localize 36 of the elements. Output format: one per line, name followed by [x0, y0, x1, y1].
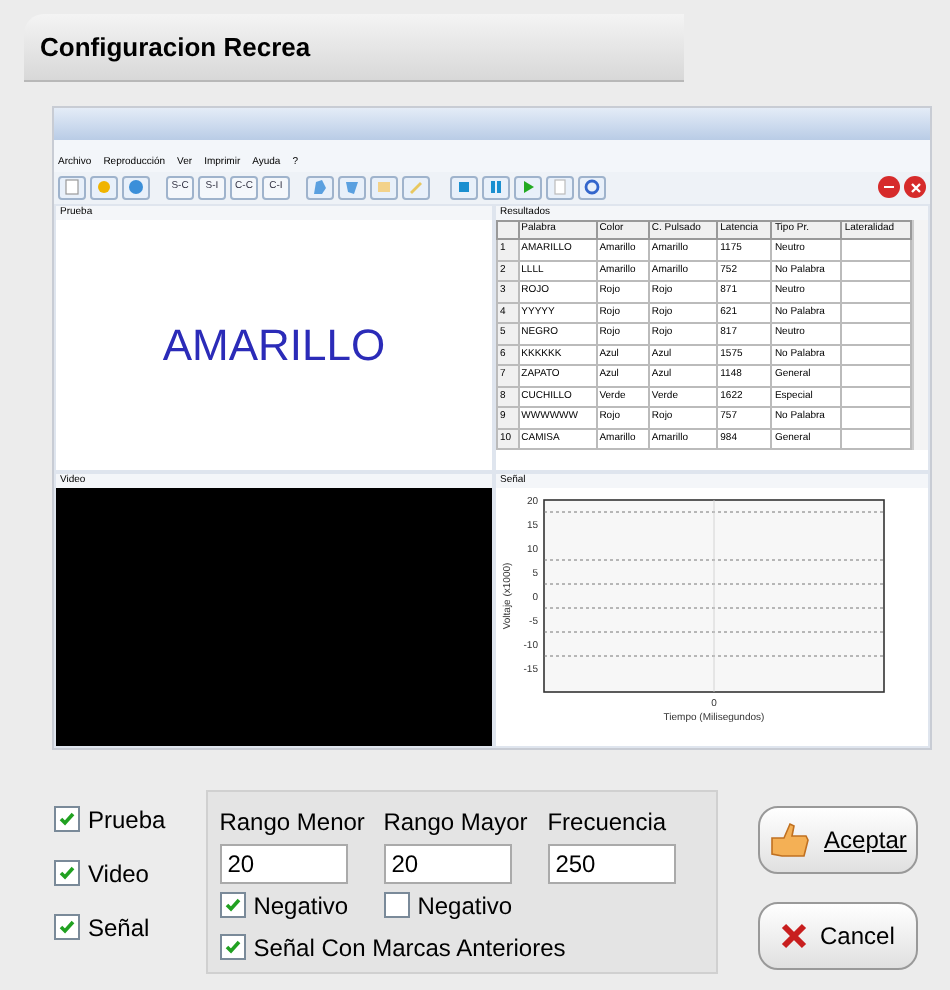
stimulus-word: AMARILLO	[162, 317, 386, 374]
stop-icon[interactable]	[450, 175, 478, 199]
close-icon	[909, 181, 921, 193]
number-field[interactable]: 20	[383, 843, 512, 883]
field-label: Rango Menor	[219, 805, 367, 839]
cancel-button[interactable]: Cancel	[757, 901, 918, 969]
pencil-icon[interactable]	[402, 175, 430, 199]
field-label: Rango Mayor	[383, 805, 530, 839]
window-title: Configuracion Recrea	[40, 29, 311, 66]
checkbox[interactable]	[219, 934, 246, 960]
option-label: Negativo	[253, 889, 349, 923]
close-icon	[780, 921, 809, 949]
option-label: Señal Con Marcas Anteriores	[253, 931, 566, 965]
option-label: Negativo	[417, 889, 513, 923]
scrollbar[interactable]	[912, 220, 928, 450]
thumbs-up-icon	[768, 819, 813, 859]
option-label: Señal	[88, 911, 150, 945]
checkbox[interactable]	[54, 860, 80, 886]
pause-icon[interactable]	[482, 175, 510, 199]
close-button[interactable]	[904, 176, 926, 198]
column-header[interactable]	[497, 221, 519, 239]
checkbox[interactable]	[54, 806, 80, 832]
minus-button[interactable]	[878, 176, 900, 198]
checkbox[interactable]	[54, 914, 80, 940]
option-label: Prueba	[88, 803, 166, 837]
accept-button[interactable]: Aceptar	[757, 805, 918, 873]
document-icon[interactable]	[546, 175, 574, 199]
checkbox[interactable]	[219, 892, 246, 918]
note-icon[interactable]	[370, 175, 398, 199]
option-label: Video	[88, 857, 149, 891]
number-field[interactable]: 20	[219, 843, 348, 883]
play-icon[interactable]	[514, 175, 542, 199]
number-field[interactable]: 250	[547, 843, 676, 883]
checkbox[interactable]	[383, 892, 410, 918]
page-icon[interactable]	[58, 175, 86, 199]
field-label: Frecuencia	[547, 805, 669, 839]
